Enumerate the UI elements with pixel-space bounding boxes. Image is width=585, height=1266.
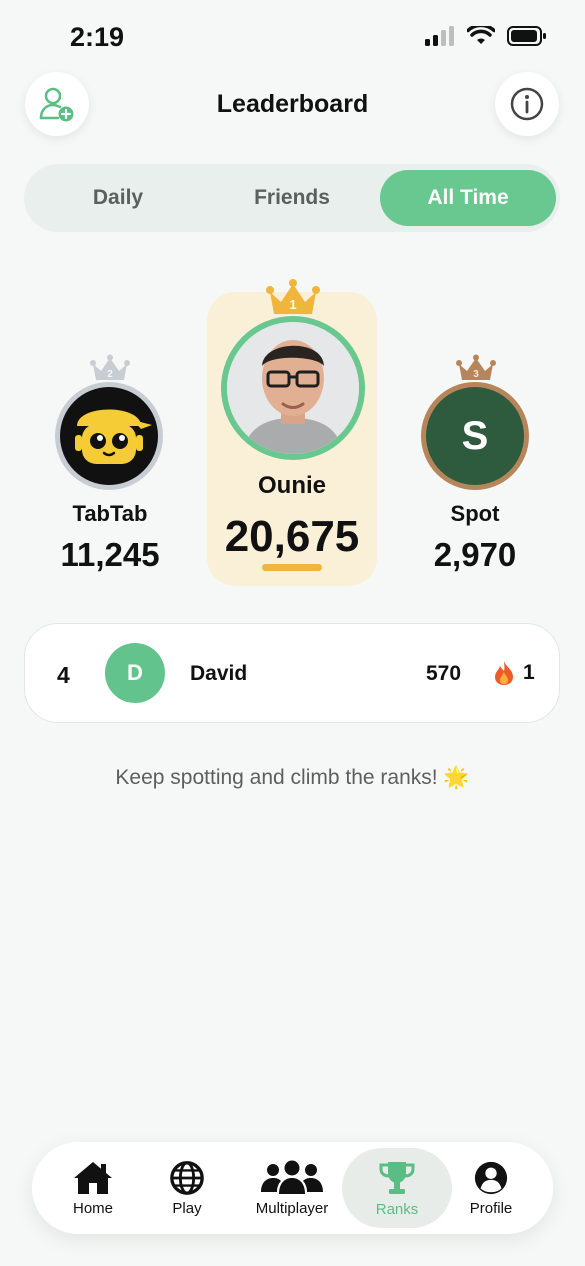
second-avatar[interactable] [55, 382, 163, 490]
third-avatar[interactable]: S [421, 382, 529, 490]
status-time: 2:19 [70, 22, 125, 52]
person-icon [474, 1161, 508, 1194]
encourage-message: Keep spotting and climb the ranks! 🌟 [115, 766, 470, 789]
first-avatar[interactable] [221, 316, 365, 460]
second-rank-number: 2 [107, 369, 113, 380]
leaderboard-tabs: Daily Friends All Time [24, 164, 560, 232]
third-score: 2,970 [433, 536, 517, 573]
robot-avatar-icon [60, 387, 158, 485]
streak-badge: 1 [493, 660, 535, 686]
list-item[interactable]: 4 D David 570 1 [24, 623, 560, 723]
avatar: D [105, 643, 165, 703]
battery-icon [507, 26, 546, 46]
second-name: TabTab [72, 501, 148, 526]
signal-icon [425, 26, 454, 46]
third-rank-number: 3 [473, 369, 479, 380]
header: Leaderboard [0, 70, 585, 140]
first-score-underline [262, 564, 322, 571]
nav-home-label: Home [72, 1199, 113, 1217]
second-score: 11,245 [60, 536, 160, 573]
bottom-nav: Home Play Multiplayer Ranks Profile [32, 1142, 553, 1234]
nav-ranks[interactable]: Ranks [342, 1148, 452, 1228]
home-icon [74, 1161, 112, 1194]
streak-count: 1 [523, 661, 535, 684]
status-icons [425, 26, 547, 46]
first-name: Ounie [257, 472, 326, 499]
silver-crown-icon: 2 [90, 354, 130, 380]
tab-daily[interactable]: Daily [30, 170, 206, 226]
bronze-crown-icon: 3 [456, 354, 496, 380]
first-score: 20,675 [224, 512, 360, 561]
nav-multiplayer[interactable]: Multiplayer [244, 1148, 340, 1228]
nav-home[interactable]: Home [52, 1148, 134, 1228]
player-score: 570 [426, 662, 462, 685]
group-icon [261, 1160, 323, 1194]
third-name: Spot [450, 501, 500, 526]
status-bar: 2:19 [0, 0, 585, 78]
info-button[interactable] [495, 72, 559, 136]
info-icon [510, 87, 544, 121]
globe-icon [170, 1160, 204, 1195]
wifi-icon [467, 26, 495, 44]
nav-ranks-label: Ranks [375, 1200, 419, 1218]
nav-profile[interactable]: Profile [450, 1148, 532, 1228]
trophy-icon [379, 1161, 415, 1194]
nav-play[interactable]: Play [146, 1148, 228, 1228]
first-rank-number: 1 [289, 297, 296, 312]
gold-crown-icon: 1 [266, 279, 320, 314]
tab-all-time[interactable]: All Time [380, 170, 556, 226]
nav-profile-label: Profile [469, 1199, 513, 1217]
player-name: David [190, 662, 248, 685]
person-photo [227, 322, 359, 454]
nav-play-label: Play [172, 1199, 202, 1217]
rank-number: 4 [57, 662, 70, 688]
nav-multiplayer-label: Multiplayer [255, 1199, 329, 1217]
third-initial: S [426, 387, 524, 485]
tab-friends[interactable]: Friends [204, 170, 380, 226]
fire-icon [495, 661, 513, 685]
